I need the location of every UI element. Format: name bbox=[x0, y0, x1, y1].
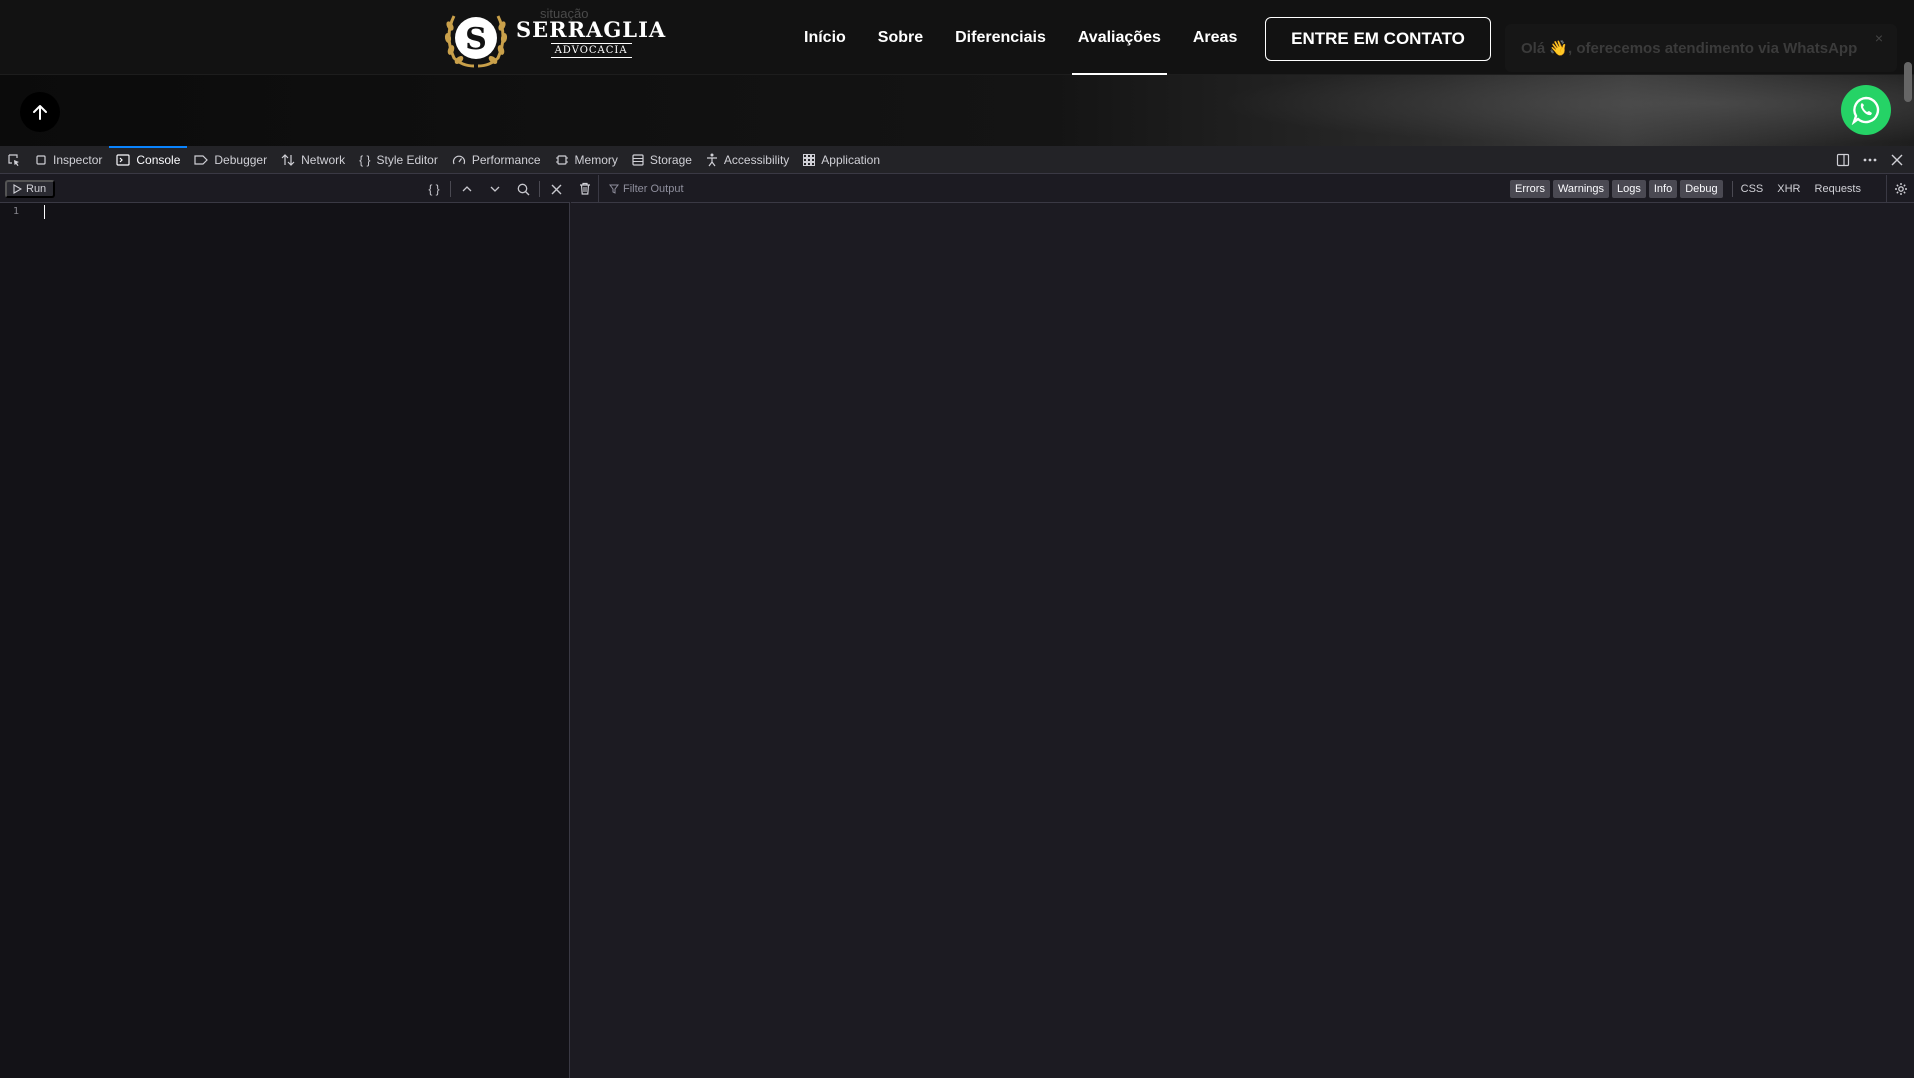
filter-requests-button[interactable]: Requests bbox=[1815, 183, 1861, 195]
inspector-icon bbox=[36, 154, 46, 165]
filter-output-input[interactable]: Filter Output bbox=[609, 183, 684, 195]
filter-warnings-button[interactable]: Warnings bbox=[1552, 180, 1610, 198]
memory-icon bbox=[555, 154, 568, 165]
whatsapp-toast[interactable]: Olá 👋, oferecemos atendimento via WhatsA… bbox=[1505, 24, 1897, 72]
main-nav: Início Sobre Diferenciais Avaliações Are… bbox=[788, 0, 1253, 75]
nav-item-diferenciais[interactable]: Diferenciais bbox=[939, 0, 1062, 75]
tab-label: Console bbox=[136, 152, 181, 167]
reverse-search-icon[interactable] bbox=[509, 175, 537, 203]
nav-item-inicio[interactable]: Início bbox=[788, 0, 862, 75]
nav-item-avaliacoes[interactable]: Avaliações bbox=[1062, 0, 1177, 75]
divider bbox=[539, 181, 540, 197]
tab-label: Accessibility bbox=[723, 152, 790, 167]
tab-storage[interactable]: Storage bbox=[625, 146, 699, 174]
more-options-icon[interactable] bbox=[1856, 146, 1883, 174]
line-number: 1 bbox=[13, 206, 20, 217]
pretty-print-button[interactable]: { } bbox=[420, 175, 448, 203]
tab-network[interactable]: Network bbox=[274, 146, 352, 174]
output-toolbar: Filter Output Errors Warnings Logs Info … bbox=[571, 174, 1914, 203]
tab-accessibility[interactable]: Accessibility bbox=[699, 146, 796, 174]
tab-performance[interactable]: Performance bbox=[445, 146, 548, 174]
nav-item-sobre[interactable]: Sobre bbox=[862, 0, 939, 75]
play-icon bbox=[13, 183, 22, 194]
tab-memory[interactable]: Memory bbox=[548, 146, 625, 174]
logo-name: SERRAGLIA bbox=[516, 16, 667, 42]
devtools-tabbar: Inspector Console Debugger Network { } S… bbox=[0, 145, 1914, 174]
console-output-pane: Filter Output Errors Warnings Logs Info … bbox=[571, 174, 1914, 1078]
svg-text:S: S bbox=[465, 22, 487, 57]
hero-background bbox=[0, 75, 1914, 146]
filter-icon bbox=[609, 184, 619, 194]
performance-icon bbox=[452, 155, 465, 164]
whatsapp-icon bbox=[1851, 96, 1880, 125]
whatsapp-toast-text: Olá 👋, oferecemos atendimento via WhatsA… bbox=[1521, 40, 1858, 57]
devtools-window-controls bbox=[1829, 146, 1910, 174]
tab-label: Style Editor bbox=[376, 152, 438, 167]
editor-line[interactable]: 1 bbox=[0, 203, 570, 220]
editor-lines[interactable]: 1 bbox=[0, 203, 570, 220]
history-down-icon[interactable] bbox=[481, 175, 509, 203]
style-editor-icon: { } bbox=[359, 152, 371, 167]
element-picker-icon[interactable] bbox=[0, 146, 28, 174]
filter-info-button[interactable]: Info bbox=[1648, 180, 1678, 198]
tab-application[interactable]: Application bbox=[796, 146, 887, 174]
console-editor-pane: Run { } 1 bbox=[0, 175, 570, 1078]
network-icon bbox=[281, 153, 295, 166]
console-settings-gear-icon[interactable] bbox=[1886, 175, 1914, 203]
scroll-to-top-button[interactable] bbox=[20, 92, 60, 132]
application-icon bbox=[803, 153, 816, 166]
divider bbox=[1731, 181, 1733, 197]
tab-label: Application bbox=[821, 152, 880, 167]
close-icon[interactable]: × bbox=[1875, 30, 1883, 46]
whatsapp-float-button[interactable] bbox=[1841, 85, 1891, 135]
debugger-icon bbox=[194, 154, 209, 165]
storage-icon bbox=[632, 153, 644, 166]
filter-css-button[interactable]: CSS bbox=[1741, 183, 1764, 195]
editor-toolbar: Run { } bbox=[0, 175, 570, 203]
website-viewport: situação S SERRAGLIA ADVOCACIA Início So… bbox=[0, 0, 1914, 146]
site-logo[interactable]: S SERRAGLIA ADVOCACIA bbox=[440, 8, 666, 68]
page-scrollbar[interactable] bbox=[1904, 62, 1912, 102]
run-button[interactable]: Run bbox=[5, 179, 56, 198]
divider bbox=[450, 181, 451, 197]
filter-placeholder: Filter Output bbox=[623, 182, 684, 195]
tab-console[interactable]: Console bbox=[109, 145, 188, 174]
tab-debugger[interactable]: Debugger bbox=[187, 146, 274, 174]
tab-label: Network bbox=[301, 152, 346, 167]
tab-label: Inspector bbox=[53, 152, 103, 167]
tab-label: Debugger bbox=[214, 152, 268, 167]
log-level-filters: Errors Warnings Logs Info Debug CSS XHR … bbox=[1510, 180, 1875, 198]
text-caret bbox=[44, 204, 45, 219]
run-label: Run bbox=[26, 182, 47, 195]
filter-xhr-button[interactable]: XHR bbox=[1777, 183, 1800, 195]
tab-label: Memory bbox=[574, 152, 618, 167]
console-icon bbox=[116, 153, 130, 166]
accessibility-icon bbox=[706, 153, 717, 166]
tab-inspector[interactable]: Inspector bbox=[28, 146, 109, 174]
nav-item-areas[interactable]: Areas bbox=[1177, 0, 1253, 75]
close-editor-icon[interactable] bbox=[542, 175, 570, 203]
filter-debug-button[interactable]: Debug bbox=[1680, 180, 1723, 198]
filter-logs-button[interactable]: Logs bbox=[1612, 180, 1646, 198]
arrow-up-icon bbox=[33, 105, 47, 120]
tab-style-editor[interactable]: { } Style Editor bbox=[352, 146, 445, 174]
devtools-panel: Inspector Console Debugger Network { } S… bbox=[0, 145, 1914, 1078]
dock-side-icon[interactable] bbox=[1829, 146, 1856, 174]
filter-errors-button[interactable]: Errors bbox=[1510, 180, 1550, 198]
history-up-icon[interactable] bbox=[453, 175, 481, 203]
tab-label: Storage bbox=[649, 152, 692, 167]
clear-output-icon[interactable] bbox=[571, 174, 599, 203]
tab-label: Performance bbox=[471, 152, 541, 167]
logo-subtitle: ADVOCACIA bbox=[550, 42, 632, 58]
contact-cta-button[interactable]: ENTRE EM CONTATO bbox=[1265, 17, 1491, 61]
close-devtools-icon[interactable] bbox=[1883, 146, 1910, 174]
laurel-logo-icon: S bbox=[444, 15, 508, 68]
